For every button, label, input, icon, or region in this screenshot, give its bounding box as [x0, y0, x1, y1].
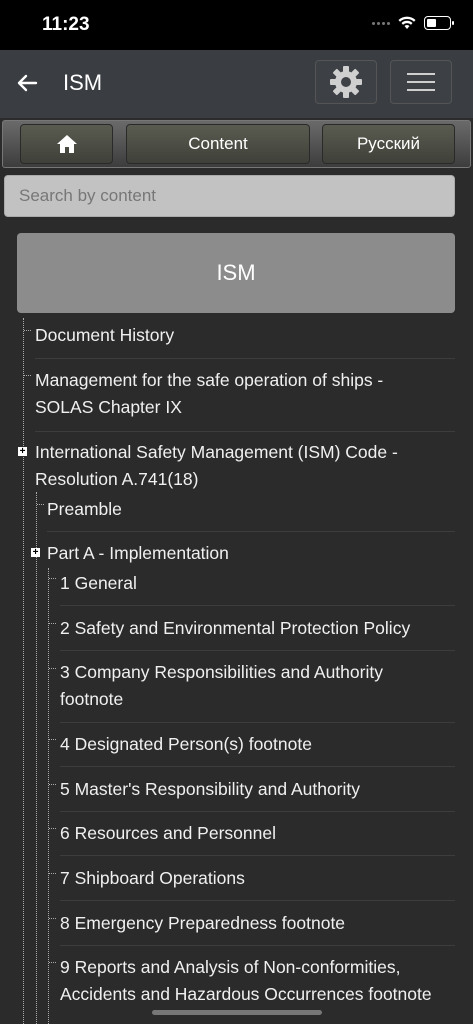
- tree-connector: [24, 330, 31, 331]
- tree-connector: [49, 828, 56, 829]
- status-bar: 11:23: [0, 0, 473, 50]
- tree-connector: [49, 578, 56, 579]
- tree-item-part-a[interactable]: Part A - Implementation: [47, 540, 229, 567]
- tree-connector: [49, 623, 56, 624]
- tree-item-5-master[interactable]: 5 Master's Responsibility and Authority: [60, 776, 360, 803]
- tree-item-7-shipboard[interactable]: 7 Shipboard Operations: [60, 865, 245, 892]
- tree-connector: [37, 504, 44, 505]
- home-indicator: [152, 1010, 322, 1015]
- tree-connector: [24, 375, 31, 376]
- menu-button[interactable]: [390, 60, 452, 104]
- plus-icon[interactable]: +: [31, 548, 40, 558]
- tree-connector: [49, 739, 56, 740]
- tree-divider: [35, 358, 455, 359]
- tree-connector: [49, 873, 56, 874]
- tree-guide-line: [23, 318, 24, 1024]
- tree-divider: [60, 766, 455, 767]
- tree-item-9-reports[interactable]: 9 Reports and Analysis of Non-conformiti…: [60, 954, 450, 1008]
- tree-item-1-general[interactable]: 1 General: [60, 570, 137, 597]
- app-header: ISM: [0, 50, 473, 118]
- document-title-header[interactable]: ISM: [17, 233, 455, 313]
- tree-divider: [60, 900, 455, 901]
- tree-guide-line: [48, 568, 49, 1024]
- tree-item-2-policy[interactable]: 2 Safety and Environmental Protection Po…: [60, 615, 410, 642]
- tree-divider: [60, 945, 455, 946]
- tree-item-8-emergency[interactable]: 8 Emergency Preparedness footnote: [60, 910, 345, 937]
- tree-connector: [49, 784, 56, 785]
- tree-divider: [60, 722, 455, 723]
- language-button[interactable]: Русский: [322, 124, 455, 164]
- tree-divider: [47, 531, 455, 532]
- tree-connector: [49, 918, 56, 919]
- tree-item-3-company[interactable]: 3 Company Responsibilities and Authority…: [60, 659, 440, 713]
- tree-guide-line: [36, 492, 37, 1024]
- content-button[interactable]: Content: [126, 124, 310, 164]
- tree-item-4-designated[interactable]: 4 Designated Person(s) footnote: [60, 731, 312, 758]
- wifi-icon: [398, 16, 416, 29]
- gear-icon: [330, 66, 362, 98]
- home-icon: [56, 135, 77, 153]
- tree-item-6-resources[interactable]: 6 Resources and Personnel: [60, 820, 276, 847]
- page-title: ISM: [63, 70, 103, 95]
- cellular-signal-icon: [372, 21, 390, 25]
- search-input[interactable]: [4, 175, 455, 217]
- home-button[interactable]: [20, 124, 113, 164]
- settings-button[interactable]: [315, 60, 377, 104]
- tree-connector: [49, 962, 56, 963]
- status-icons: [372, 16, 454, 30]
- tree-divider: [60, 650, 455, 651]
- tree-item-solas-chapter-ix[interactable]: Management for the safe operation of shi…: [35, 367, 435, 421]
- tree-divider: [60, 605, 455, 606]
- tree-divider: [60, 811, 455, 812]
- status-time: 11:23: [42, 14, 90, 35]
- toolbar: Content Русский: [2, 120, 471, 168]
- battery-icon: [424, 16, 454, 30]
- tree-item-document-history[interactable]: Document History: [35, 322, 174, 349]
- tree-divider: [35, 431, 455, 432]
- plus-icon[interactable]: +: [18, 447, 27, 457]
- tree-item-ism-code[interactable]: International Safety Management (ISM) Co…: [35, 439, 455, 493]
- hamburger-icon: [407, 67, 435, 97]
- tree-divider: [60, 855, 455, 856]
- back-arrow-icon[interactable]: [16, 72, 38, 94]
- tree-connector: [49, 668, 56, 669]
- tree-item-preamble[interactable]: Preamble: [47, 496, 122, 523]
